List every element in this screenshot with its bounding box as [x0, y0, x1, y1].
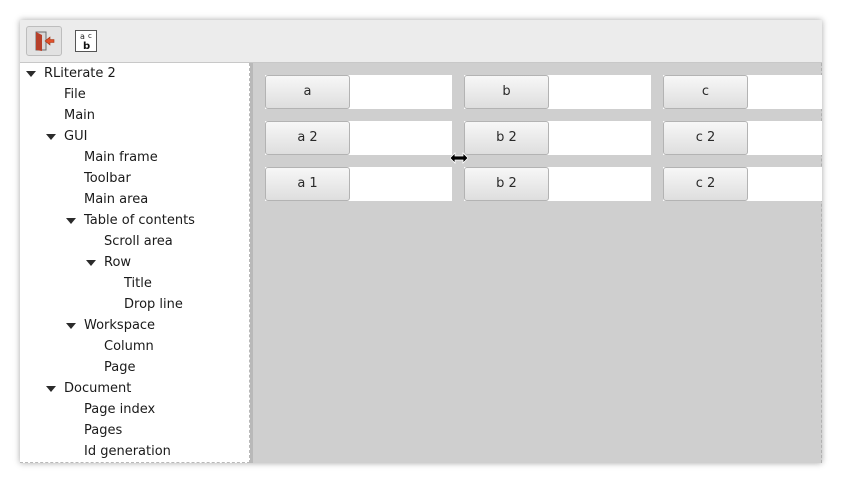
expand-triangle-icon[interactable] — [46, 386, 56, 392]
workspace-cell: c — [663, 75, 822, 109]
tree-item-label: Main area — [84, 192, 149, 207]
tree-item[interactable]: GUI — [20, 126, 248, 147]
tree-item-label: Main — [64, 108, 96, 123]
tree-item[interactable]: File — [20, 84, 248, 105]
spellcheck-glyph-b: b — [83, 41, 90, 52]
tree-item-label: Scroll area — [104, 234, 173, 249]
tree-item-label: Title — [124, 276, 152, 291]
tree-item-label: Drop line — [124, 297, 183, 312]
tree-item[interactable]: Column — [20, 336, 248, 357]
workspace-cell-button[interactable]: b — [464, 75, 549, 109]
tree-item[interactable]: Document — [20, 378, 248, 399]
tree-item[interactable]: Table of contents — [20, 210, 248, 231]
tree-item-label: Table of contents — [84, 213, 195, 228]
tree-item-label: Main frame — [84, 150, 158, 165]
expand-triangle-icon[interactable] — [26, 71, 36, 77]
tree-item-label: Pages — [84, 423, 123, 438]
tree-item-label: Workspace — [84, 318, 156, 333]
workspace-cell: b — [464, 75, 651, 109]
quit-icon — [35, 31, 55, 51]
workspace-cell-button[interactable]: a 2 — [265, 121, 350, 155]
tree-item-label: GUI — [64, 129, 88, 144]
tree-item-label: File — [64, 87, 86, 102]
tree-item[interactable]: Main area — [20, 189, 248, 210]
tree-item-label: Column — [104, 339, 154, 354]
tree-item[interactable]: Page — [20, 357, 248, 378]
tree-item-label: Row — [104, 255, 132, 270]
tree-item[interactable]: Main frame — [20, 147, 248, 168]
main-window: a c b RLiterate 2 File Main GUI Main frame To… — [20, 20, 822, 463]
workspace-cell-button[interactable]: a 1 — [265, 167, 350, 201]
quit-button[interactable] — [26, 26, 62, 56]
tree-item[interactable]: Title — [20, 273, 248, 294]
spellcheck-glyph-c: c — [88, 32, 92, 40]
tree-item-label: Toolbar — [84, 171, 131, 186]
workspace-cell: a 2 — [265, 121, 452, 155]
expand-triangle-icon[interactable] — [66, 218, 76, 224]
tree-item[interactable]: Page index — [20, 399, 248, 420]
expand-triangle-icon[interactable] — [86, 260, 96, 266]
spellcheck-glyph-a: a — [80, 32, 85, 41]
tree-item[interactable]: RLiterate 2 — [20, 63, 248, 84]
tree-item-label: Document — [64, 381, 132, 396]
tree-item[interactable]: Drop line — [20, 294, 248, 315]
spellcheck-icon: a c b — [75, 30, 97, 52]
tree-item[interactable]: Workspace — [20, 315, 248, 336]
workspace-cell-button[interactable]: b 2 — [464, 121, 549, 155]
workspace-cell-button[interactable]: c 2 — [663, 167, 748, 201]
expand-triangle-icon[interactable] — [46, 134, 56, 140]
workspace-cell-button[interactable]: c — [663, 75, 748, 109]
tree-item-label: Page — [104, 360, 136, 375]
workspace-cell: c 2 — [663, 121, 822, 155]
workspace-cell-button[interactable]: a — [265, 75, 350, 109]
tree-item[interactable]: Pages — [20, 420, 248, 441]
tree-item[interactable]: Id generation — [20, 441, 248, 462]
tree-item[interactable]: Scroll area — [20, 231, 248, 252]
workspace-cell: a 1 — [265, 167, 452, 201]
tree-item-label: Id generation — [84, 444, 171, 459]
tree-item[interactable]: Row — [20, 252, 248, 273]
tree-item[interactable]: Toolbar — [20, 168, 248, 189]
spellcheck-button[interactable]: a c b — [68, 26, 104, 56]
resize-horizontal-icon — [450, 152, 468, 164]
toolbar: a c b — [20, 20, 822, 63]
workspace-cell: b 2 — [464, 121, 651, 155]
tree-item-label: Page index — [84, 402, 156, 417]
workspace-cell: c 2 — [663, 167, 822, 201]
tree-item[interactable]: Main — [20, 105, 248, 126]
expand-triangle-icon[interactable] — [66, 323, 76, 329]
workspace-cell: a — [265, 75, 452, 109]
workspace-cell-button[interactable]: c 2 — [663, 121, 748, 155]
workspace-cell-button[interactable]: b 2 — [464, 167, 549, 201]
workspace-cell: b 2 — [464, 167, 651, 201]
tree-item-label: RLiterate 2 — [44, 66, 116, 81]
workspace-area: a b c a 2 b 2 c 2 a 1 b 2 c 2 — [253, 63, 822, 463]
table-of-contents-tree: RLiterate 2 File Main GUI Main frame Toolbar M… — [20, 63, 250, 463]
